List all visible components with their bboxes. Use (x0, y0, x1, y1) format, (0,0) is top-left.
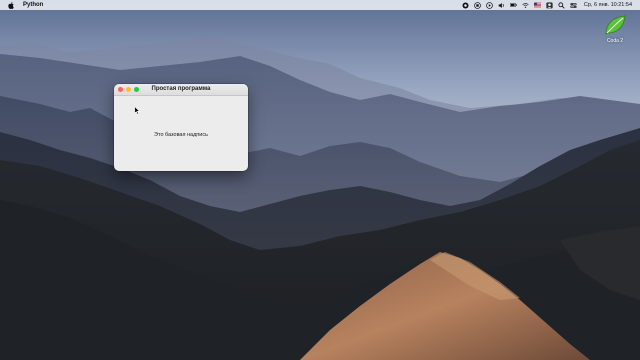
menu-bar: Python Ср, 6 янв. 10:21:54 (0, 0, 640, 10)
apple-menu-icon[interactable] (8, 1, 14, 9)
desktop-icon-label: Coda 2 (606, 38, 624, 44)
desktop-icon-coda[interactable]: Coda 2 (600, 14, 630, 44)
active-app-menu[interactable]: Python (23, 2, 43, 8)
record-icon[interactable] (462, 1, 469, 9)
battery-icon[interactable] (509, 2, 517, 9)
wifi-icon[interactable] (522, 2, 529, 9)
mouse-cursor-icon (134, 106, 140, 115)
user-icon[interactable] (546, 1, 553, 9)
stop-icon[interactable] (474, 1, 481, 9)
search-icon[interactable] (558, 1, 565, 9)
status-tray: Ср, 6 янв. 10:21:54 (462, 0, 632, 10)
app-window: Простая программа Это базовая надпись (114, 84, 248, 171)
menu-clock[interactable]: Ср, 6 янв. 10:21:54 (584, 2, 632, 8)
flag-icon[interactable] (533, 2, 541, 9)
base-label: Это базовая надпись (154, 132, 208, 138)
leaf-icon (603, 14, 627, 36)
desktop-wallpaper (0, 0, 640, 360)
control-center-icon[interactable] (570, 2, 577, 9)
play-icon[interactable] (486, 1, 493, 9)
window-title: Простая программа (151, 86, 211, 92)
volume-icon[interactable] (498, 2, 505, 9)
